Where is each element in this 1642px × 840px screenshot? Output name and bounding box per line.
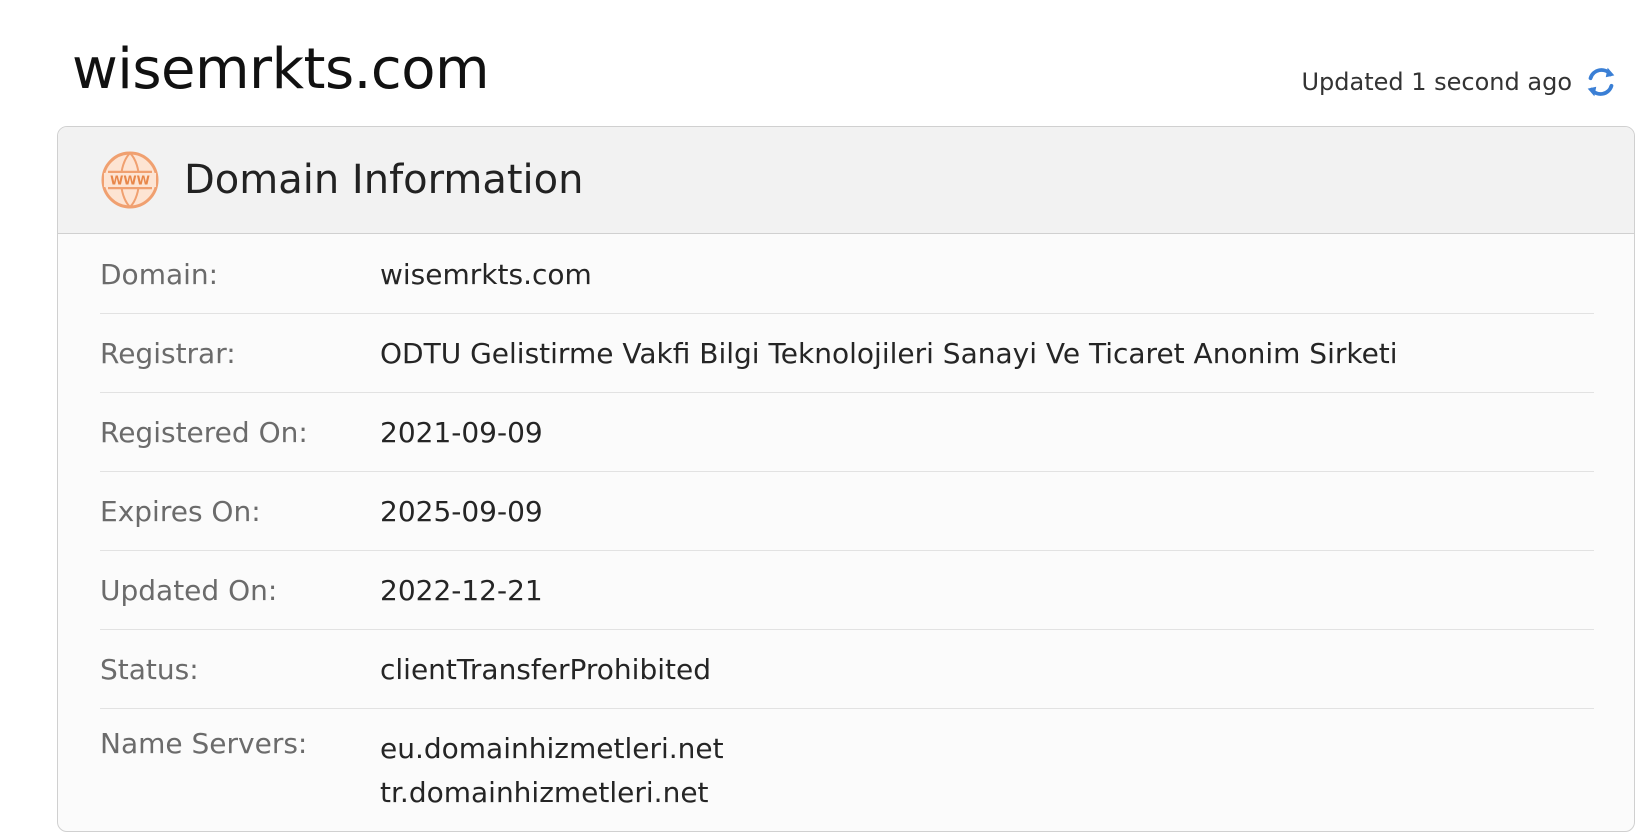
- name-server-list: eu.domainhizmetleri.net tr.domainhizmetl…: [380, 727, 724, 827]
- info-row-registered-on: Registered On: 2021-09-09: [100, 393, 1594, 472]
- info-value: ODTU Gelistirme Vakfi Bilgi Teknolojiler…: [380, 336, 1398, 370]
- info-label: Expires On:: [100, 494, 261, 528]
- info-value: wisemrkts.com: [380, 257, 592, 291]
- card-header: WWW Domain Information: [58, 127, 1634, 234]
- name-server-item: eu.domainhizmetleri.net: [380, 732, 724, 765]
- card-title: Domain Information: [184, 157, 584, 203]
- info-label: Name Servers:: [100, 727, 308, 760]
- info-row-name-servers: Name Servers: eu.domainhizmetleri.net tr…: [100, 709, 1594, 827]
- domain-information-card: WWW Domain Information Domain: wisemrkts…: [57, 126, 1635, 832]
- info-row-domain: Domain: wisemrkts.com: [100, 235, 1594, 314]
- page-title: wisemrkts.com: [72, 37, 490, 102]
- info-value: clientTransferProhibited: [380, 652, 711, 686]
- info-label: Registered On:: [100, 415, 308, 449]
- info-row-registrar: Registrar: ODTU Gelistirme Vakfi Bilgi T…: [100, 314, 1594, 393]
- refresh-icon[interactable]: [1582, 63, 1620, 101]
- info-row-updated-on: Updated On: 2022-12-21: [100, 551, 1594, 630]
- updated-text: Updated 1 second ago: [1301, 68, 1572, 96]
- info-value: 2025-09-09: [380, 494, 543, 528]
- domain-info-table: Domain: wisemrkts.com Registrar: ODTU Ge…: [100, 235, 1594, 827]
- info-row-status: Status: clientTransferProhibited: [100, 630, 1594, 709]
- info-value: 2022-12-21: [380, 573, 543, 607]
- info-label: Domain:: [100, 257, 219, 291]
- info-row-expires-on: Expires On: 2025-09-09: [100, 472, 1594, 551]
- www-icon-text: WWW: [110, 174, 150, 188]
- info-label: Status:: [100, 652, 199, 686]
- page: wisemrkts.com Updated 1 second ago WWW D…: [0, 0, 1642, 840]
- update-status: Updated 1 second ago: [1301, 60, 1620, 104]
- info-value: 2021-09-09: [380, 415, 543, 449]
- info-label: Updated On:: [100, 573, 278, 607]
- www-icon: WWW: [100, 150, 160, 210]
- info-label: Registrar:: [100, 336, 236, 370]
- name-server-item: tr.domainhizmetleri.net: [380, 776, 709, 809]
